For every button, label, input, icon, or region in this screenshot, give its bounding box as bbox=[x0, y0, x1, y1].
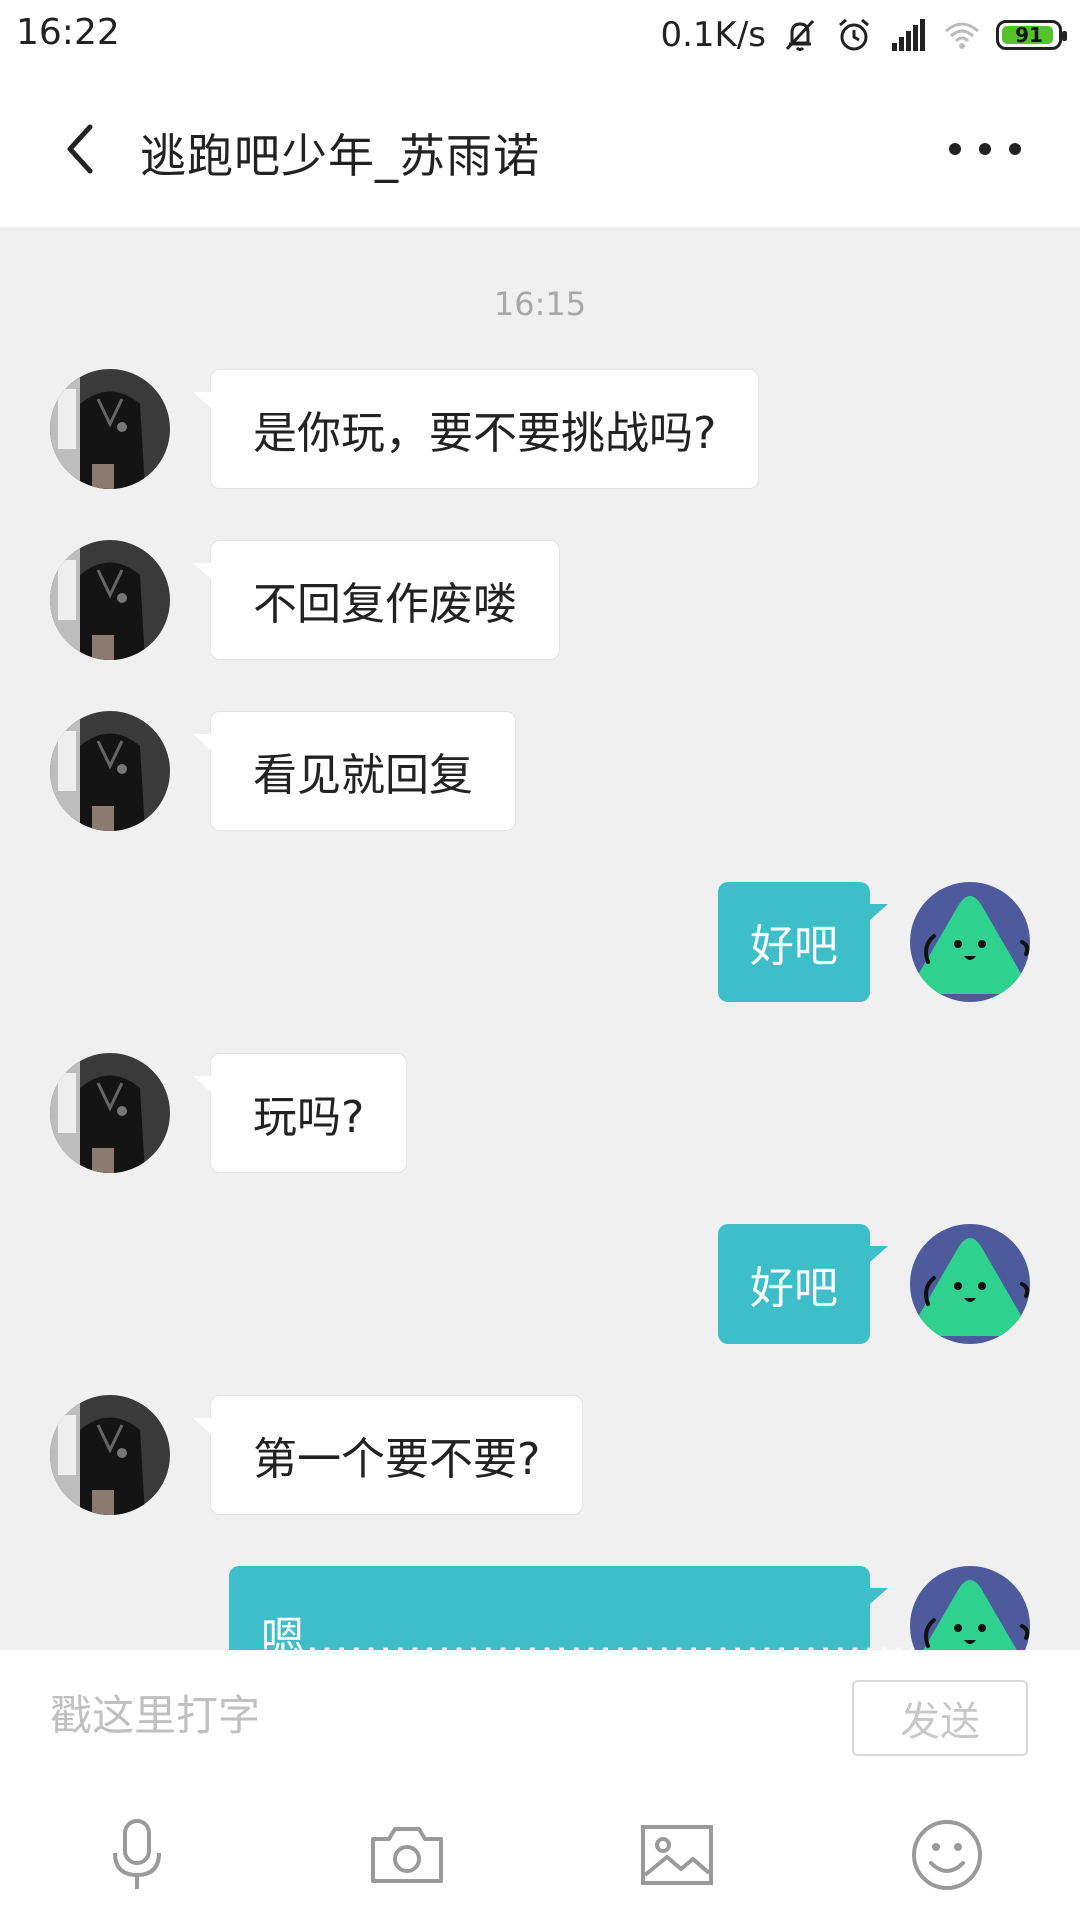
contact-avatar[interactable] bbox=[50, 540, 170, 660]
contact-avatar[interactable] bbox=[50, 369, 170, 489]
message-bubble[interactable]: 嗯……………………………………… bbox=[229, 1566, 965, 1650]
more-dots-icon bbox=[949, 143, 1021, 155]
message-text: 好吧 bbox=[750, 1263, 838, 1314]
chat-screen: 16:22 0.1K/s 91 逃跑吧少年_苏雨诺 16:15 是你玩，要不要挑… bbox=[0, 0, 1080, 1920]
message-timestamp: 16:15 bbox=[493, 285, 587, 323]
message-outgoing: 嗯……………………………………… bbox=[0, 1566, 1080, 1650]
status-bar: 16:22 0.1K/s 91 bbox=[0, 0, 1080, 70]
voice-button[interactable] bbox=[92, 1810, 182, 1900]
camera-button[interactable] bbox=[362, 1810, 452, 1900]
signal-icon bbox=[892, 19, 925, 51]
chat-header: 逃跑吧少年_苏雨诺 bbox=[0, 70, 1080, 227]
message-incoming: 第一个要不要? bbox=[0, 1395, 1080, 1517]
status-time: 16:22 bbox=[16, 12, 120, 53]
message-bubble[interactable]: 玩吗? bbox=[192, 1053, 408, 1173]
contact-avatar[interactable] bbox=[50, 1053, 170, 1173]
message-bubble[interactable]: 看见就回复 bbox=[193, 711, 516, 831]
status-icons: 0.1K/s 91 bbox=[660, 10, 1067, 60]
emoji-button[interactable] bbox=[902, 1810, 992, 1900]
message-incoming: 是你玩，要不要挑战吗? bbox=[0, 369, 1080, 491]
contact-avatar[interactable] bbox=[50, 711, 170, 831]
contact-avatar[interactable] bbox=[50, 1395, 170, 1515]
my-avatar[interactable] bbox=[910, 1224, 1030, 1344]
message-text: 第一个要不要? bbox=[253, 1434, 541, 1485]
wifi-icon bbox=[945, 22, 979, 49]
message-bubble[interactable]: 不回复作废喽 bbox=[193, 540, 560, 660]
image-button[interactable] bbox=[632, 1810, 722, 1900]
page-title: 逃跑吧少年_苏雨诺 bbox=[140, 129, 540, 183]
my-avatar[interactable] bbox=[910, 882, 1030, 1002]
back-button[interactable] bbox=[50, 114, 110, 184]
message-text: 好吧 bbox=[750, 921, 838, 972]
message-input-bar: 发送 bbox=[0, 1650, 1080, 1780]
message-text: 嗯……………………………………… bbox=[261, 1613, 965, 1650]
send-button[interactable]: 发送 bbox=[852, 1680, 1028, 1756]
message-outgoing: 好吧 bbox=[0, 1224, 1080, 1346]
network-speed: 0.1K/s bbox=[660, 15, 766, 55]
camera-icon bbox=[371, 1827, 443, 1883]
message-bubble[interactable]: 好吧 bbox=[718, 1224, 888, 1344]
message-bubble[interactable]: 是你玩，要不要挑战吗? bbox=[192, 369, 760, 489]
message-text: 是你玩，要不要挑战吗? bbox=[253, 408, 717, 459]
battery-text: 91 bbox=[1015, 23, 1043, 47]
message-text: 看见就回复 bbox=[253, 750, 473, 801]
message-incoming: 看见就回复 bbox=[0, 711, 1080, 833]
mute-bell-icon bbox=[785, 19, 815, 51]
message-text: 玩吗? bbox=[253, 1092, 365, 1143]
message-incoming: 不回复作废喽 bbox=[0, 540, 1080, 662]
emoji-icon bbox=[912, 1820, 982, 1890]
message-text: 不回复作废喽 bbox=[253, 579, 517, 630]
alarm-icon bbox=[839, 18, 869, 51]
microphone-icon bbox=[113, 1819, 161, 1889]
image-icon bbox=[641, 1825, 713, 1885]
battery-icon: 91 bbox=[996, 20, 1067, 50]
my-avatar[interactable] bbox=[910, 1566, 1030, 1650]
input-toolbar bbox=[0, 1780, 1080, 1920]
message-bubble[interactable]: 第一个要不要? bbox=[192, 1395, 584, 1515]
message-incoming: 玩吗? bbox=[0, 1053, 1080, 1175]
more-button[interactable] bbox=[940, 124, 1030, 174]
chevron-left-icon bbox=[67, 124, 93, 174]
message-bubble[interactable]: 好吧 bbox=[718, 882, 888, 1002]
message-input[interactable] bbox=[50, 1680, 810, 1750]
message-list[interactable]: 16:15 是你玩，要不要挑战吗? 不回复作废喽 看见就回复 好吧 玩吗? 好吧… bbox=[0, 227, 1080, 1650]
message-outgoing: 好吧 bbox=[0, 882, 1080, 1004]
